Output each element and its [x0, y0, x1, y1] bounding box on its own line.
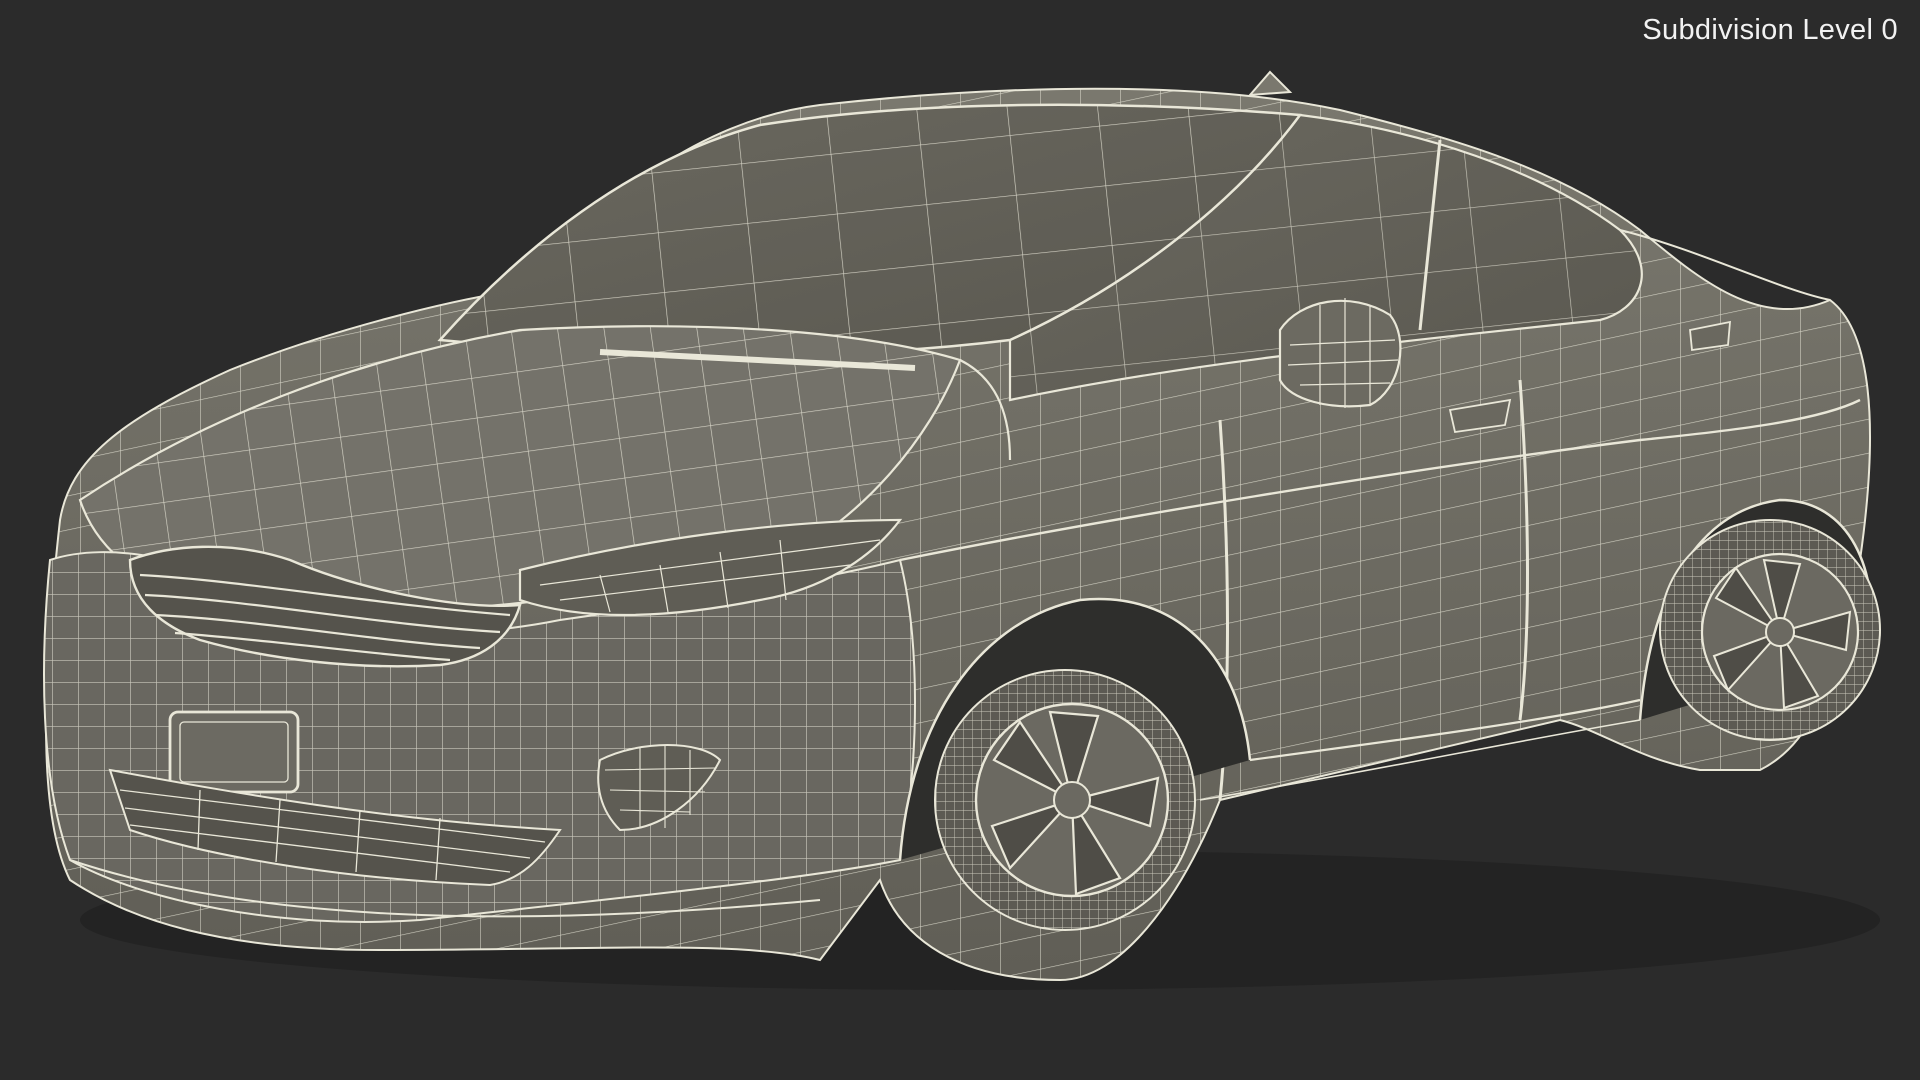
car-wireframe-render [43, 70, 1881, 990]
front-wheel [934, 669, 1196, 931]
roof-antenna [1247, 70, 1293, 97]
render-viewport: Subdivision Level 0 [0, 0, 1920, 1080]
rear-wheel [1659, 519, 1881, 741]
license-plate [168, 710, 300, 794]
side-mirror [1278, 298, 1402, 408]
